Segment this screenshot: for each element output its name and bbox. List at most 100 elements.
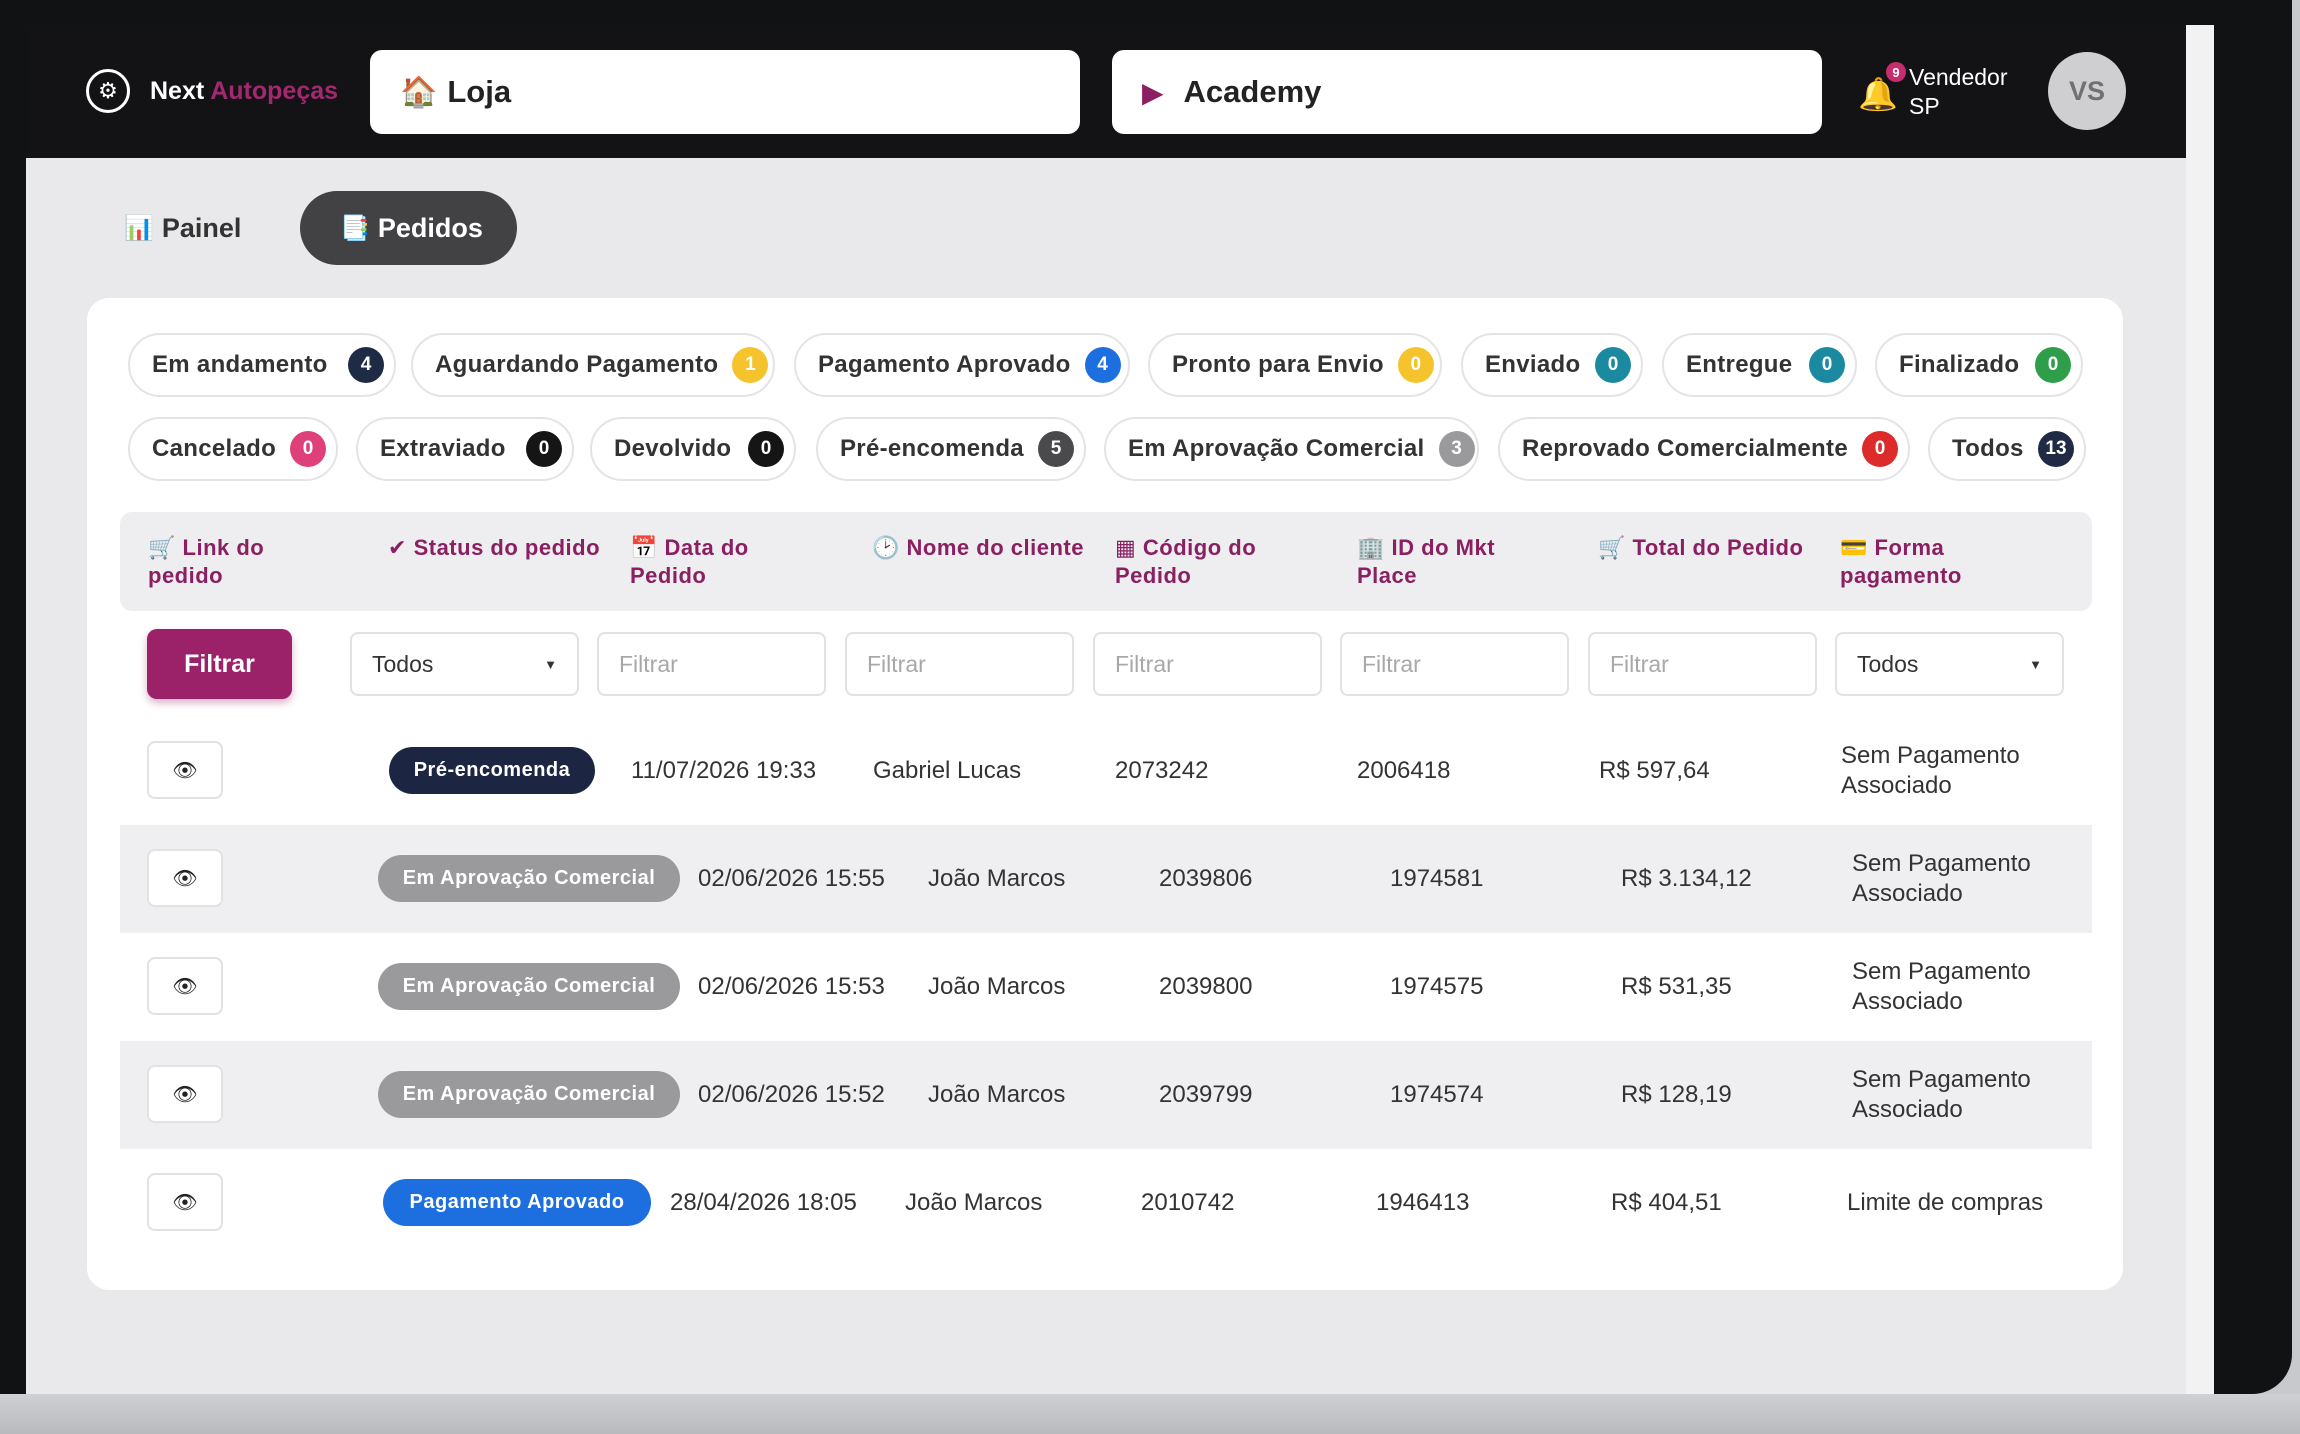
status-chip-aguardando-pagamento[interactable]: Aguardando Pagamento 1: [411, 333, 775, 397]
order-date: 11/07/2026 19:33: [631, 757, 817, 784]
status-chip-devolvido[interactable]: Devolvido 0: [590, 417, 796, 481]
eye-icon: 👁: [172, 975, 198, 998]
status-chip-entregue[interactable]: Entregue 0: [1662, 333, 1857, 397]
column-header-payment[interactable]: 💳 Forma pagamento: [1840, 534, 2010, 590]
academy-button[interactable]: ▶ Academy: [1112, 50, 1822, 134]
chip-count: 0: [290, 431, 327, 467]
chip-label: Enviado: [1485, 351, 1581, 378]
cart-icon: 🛒: [148, 535, 176, 560]
status-badge: Em Aprovação Comercial: [378, 855, 680, 902]
bar-chart-icon: 📊: [124, 214, 154, 242]
chip-label: Pronto para Envio: [1172, 351, 1384, 378]
notification-badge: 9: [1886, 62, 1906, 82]
payment-method: Sem Pagamento Associado: [1852, 1066, 2031, 1123]
filter-button[interactable]: Filtrar: [147, 629, 292, 699]
mkt-place-id: 1974574: [1390, 1081, 1484, 1108]
status-chip-pronto-para-envio[interactable]: Pronto para Envio 0: [1148, 333, 1442, 397]
tab-pedidos[interactable]: 📑 Pedidos: [300, 191, 517, 265]
status-chip-pre-encomenda[interactable]: Pré-encomenda 5: [816, 417, 1086, 481]
chip-label: Finalizado: [1899, 351, 2020, 378]
status-chip-extraviado[interactable]: Extraviado 0: [356, 417, 574, 481]
order-total: R$ 531,35: [1621, 973, 1732, 1000]
table-header: 🛒 Link do pedido ✔ Status do pedido 📅 Da…: [120, 512, 2092, 611]
date-filter-input[interactable]: [597, 632, 826, 696]
avatar[interactable]: VS: [2048, 52, 2126, 130]
table-row: 👁 Em Aprovação Comercial 02/06/2026 15:5…: [120, 1041, 2092, 1149]
column-header-mkt-id[interactable]: 🏢 ID do Mkt Place: [1357, 534, 1537, 590]
view-order-button[interactable]: 👁: [147, 741, 223, 799]
table-row: 👁 Em Aprovação Comercial 02/06/2026 15:5…: [120, 933, 2092, 1041]
view-order-button[interactable]: 👁: [147, 957, 223, 1015]
tab-painel[interactable]: 📊 Painel: [110, 191, 260, 265]
view-order-button[interactable]: 👁: [147, 1173, 223, 1231]
column-header-link[interactable]: 🛒 Link do pedido: [148, 534, 318, 590]
view-order-button[interactable]: 👁: [147, 1065, 223, 1123]
clock-icon: 🕑: [872, 535, 900, 560]
building-icon: 🏢: [1357, 535, 1385, 560]
device-bottom-edge: [0, 1394, 2300, 1434]
status-chip-todos[interactable]: Todos 13: [1928, 417, 2086, 481]
brand-logo[interactable]: ⚙ Next Autopeças: [86, 69, 338, 113]
column-header-date[interactable]: 📅 Data do Pedido: [630, 534, 780, 590]
chip-count: 0: [1809, 347, 1845, 383]
column-header-total[interactable]: 🛒 Total do Pedido: [1598, 534, 1828, 562]
payment-filter-value: Todos: [1857, 650, 1919, 677]
eye-icon: 👁: [172, 867, 198, 890]
barcode-icon: ▦: [1115, 535, 1137, 560]
caret-down-icon: ▼: [544, 656, 557, 672]
brand-name: Next Autopeças: [150, 77, 338, 106]
client-name: João Marcos: [905, 1189, 1043, 1216]
user-name[interactable]: Vendedor SP: [1909, 63, 2007, 121]
mkt-id-filter-input[interactable]: [1340, 632, 1569, 696]
status-chip-enviado[interactable]: Enviado 0: [1461, 333, 1643, 397]
chip-count: 0: [526, 431, 562, 467]
chip-label: Em andamento: [152, 351, 328, 378]
status-chip-reprovado-comercialmente[interactable]: Reprovado Comercialmente 0: [1498, 417, 1910, 481]
chip-label: Reprovado Comercialmente: [1522, 435, 1848, 462]
code-filter-input[interactable]: [1093, 632, 1322, 696]
status-chip-pagamento-aprovado[interactable]: Pagamento Aprovado 4: [794, 333, 1130, 397]
payment-filter-select[interactable]: Todos ▼: [1835, 632, 2064, 696]
status-badge: Pré-encomenda: [389, 747, 595, 794]
order-date: 02/06/2026 15:53: [698, 973, 885, 1000]
chip-label: Pagamento Aprovado: [818, 351, 1071, 378]
chip-count: 13: [2038, 431, 2074, 467]
total-filter-input[interactable]: [1588, 632, 1817, 696]
status-filter-select[interactable]: Todos ▼: [350, 632, 579, 696]
chip-count: 4: [1084, 347, 1121, 383]
order-date: 02/06/2026 15:55: [698, 865, 885, 892]
mkt-place-id: 1974581: [1390, 865, 1484, 892]
client-name: João Marcos: [928, 865, 1066, 892]
column-header-client[interactable]: 🕑 Nome do cliente: [872, 534, 1112, 562]
status-badge: Pagamento Aprovado: [383, 1179, 651, 1226]
store-button[interactable]: 🏠 Loja: [370, 50, 1080, 134]
credit-card-icon: 💳: [1840, 535, 1868, 560]
status-chip-finalizado[interactable]: Finalizado 0: [1875, 333, 2083, 397]
table-row: 👁 Em Aprovação Comercial 02/06/2026 15:5…: [120, 825, 2092, 933]
chip-label: Extraviado: [380, 435, 506, 462]
store-label: Loja: [447, 74, 512, 109]
chip-count: 1: [732, 347, 769, 383]
column-header-code[interactable]: ▦ Código do Pedido: [1115, 534, 1295, 590]
check-icon: ✔: [388, 535, 407, 560]
brand-primary: Next: [150, 76, 205, 105]
client-name: João Marcos: [928, 1081, 1066, 1108]
chip-label: Pré-encomenda: [840, 435, 1024, 462]
status-chip-cancelado[interactable]: Cancelado 0: [128, 417, 338, 481]
mkt-place-id: 1946413: [1376, 1189, 1470, 1216]
column-header-status[interactable]: ✔ Status do pedido: [388, 534, 628, 562]
chip-label: Devolvido: [614, 435, 732, 462]
order-total: R$ 128,19: [1621, 1081, 1732, 1108]
eye-icon: 👁: [172, 1083, 198, 1106]
chip-count: 4: [348, 347, 384, 383]
calendar-icon: 📅: [630, 535, 658, 560]
client-filter-input[interactable]: [845, 632, 1074, 696]
payment-method: Limite de compras: [1847, 1189, 2044, 1216]
chip-label: Cancelado: [152, 435, 277, 462]
order-code: 2039806: [1159, 865, 1253, 892]
gear-icon: ⚙: [86, 69, 130, 113]
status-chip-em-aprovacao-comercial[interactable]: Em Aprovação Comercial 3: [1104, 417, 1479, 481]
status-chip-em-andamento[interactable]: Em andamento 4: [128, 333, 396, 397]
chip-label: Em Aprovação Comercial: [1128, 435, 1425, 462]
view-order-button[interactable]: 👁: [147, 849, 223, 907]
